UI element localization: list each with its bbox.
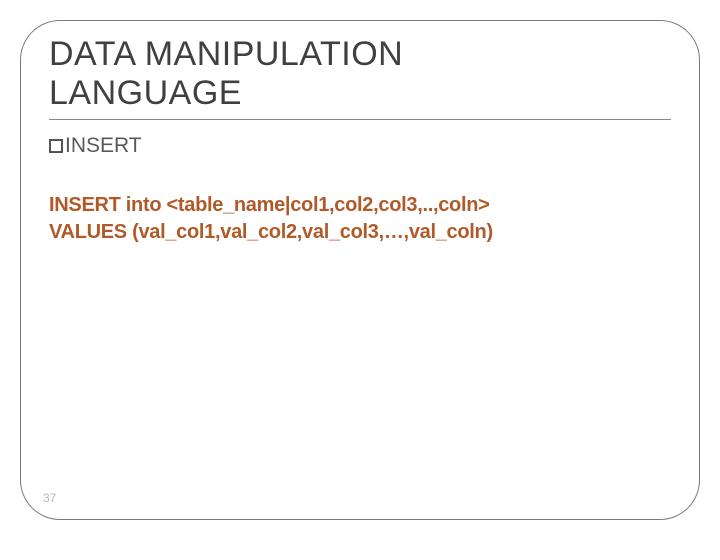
bullet-text: INSERT	[65, 134, 142, 158]
code-line-2: VALUES (val_col1,val_col2,val_col3,…,val…	[49, 219, 671, 246]
code-line-1: INSERT into <table_name|col1,col2,col3,.…	[49, 192, 671, 219]
slide-frame: DATA MANIPULATION LANGUAGE INSERT INSERT…	[20, 20, 700, 520]
slide-number: 37	[43, 491, 56, 505]
sql-syntax-block: INSERT into <table_name|col1,col2,col3,.…	[49, 192, 671, 246]
square-bullet-icon	[49, 139, 63, 153]
slide-title: DATA MANIPULATION LANGUAGE	[49, 35, 479, 113]
title-underline	[49, 119, 671, 120]
bullet-item: INSERT	[49, 134, 671, 158]
